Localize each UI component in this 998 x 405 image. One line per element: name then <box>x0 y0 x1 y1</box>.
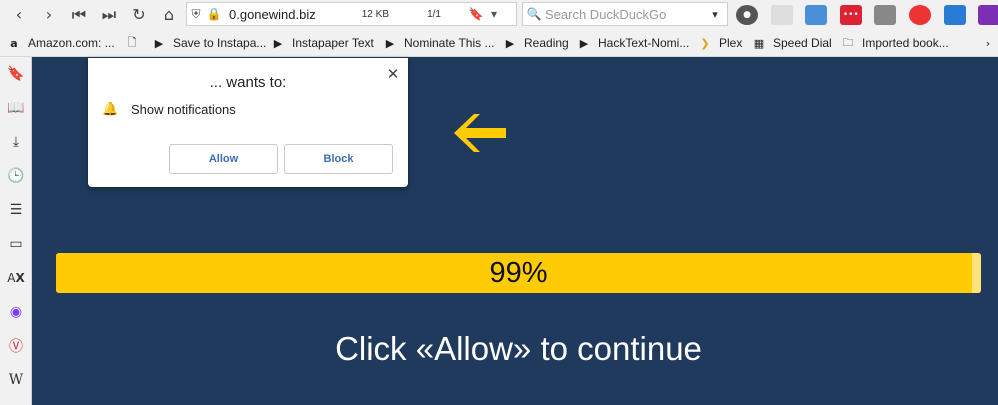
extension-icons: ● ••• <box>736 0 998 29</box>
reload-icon[interactable]: ↻ <box>124 0 154 29</box>
bookmark-imported-folder[interactable]: 🗀 Imported book... <box>840 29 949 57</box>
popup-title: ... wants to: <box>209 74 287 91</box>
bookmark-amazon[interactable]: a Amazon.com: ... <box>6 29 114 57</box>
allow-button[interactable]: Allow <box>169 144 278 174</box>
rewind-icon[interactable]: ⏮ <box>64 0 94 29</box>
notification-permission-popup: ... wants to: ✕ 🔔 Show notifications All… <box>88 58 408 187</box>
permission-row: 🔔 Show notifications <box>102 102 236 117</box>
bell-icon: 🔔 <box>102 102 119 117</box>
browser-toolbar: ‹ › ⏮ ⏭ ↻ ⌂ ⛨ 🔒 0.gonewind.biz 12 KB 1/1… <box>0 0 998 29</box>
extension-v-icon[interactable] <box>943 4 966 25</box>
profile-icon[interactable]: ● <box>736 4 758 25</box>
bookmark-hacktext[interactable]: ▶ HackText-Nomi... <box>576 29 690 57</box>
call-to-action: Click «Allow» to continue <box>335 330 702 367</box>
amazon-icon: a <box>10 36 18 50</box>
fast-forward-icon[interactable]: ⏭ <box>94 0 124 29</box>
bookmark-page[interactable]: 🗋 <box>124 29 146 57</box>
bookmark-icon[interactable]: 🔖 <box>467 7 485 21</box>
wikipedia-icon[interactable]: W <box>0 363 32 397</box>
bookmark-reading[interactable]: ▶ Reading <box>502 29 569 57</box>
back-icon[interactable]: ‹ <box>4 0 34 29</box>
bookmark-instapaper-text[interactable]: ▶ Instapaper Text <box>270 29 374 57</box>
extension-grid-icon[interactable] <box>770 4 793 25</box>
downloads-icon[interactable]: ⤓ <box>0 125 32 159</box>
bookmarks-overflow[interactable]: › <box>980 29 998 57</box>
progress-label: 99% <box>489 256 548 289</box>
page-count: 1/1 <box>427 8 441 20</box>
window-icon[interactable]: ▭ <box>0 227 32 261</box>
close-icon[interactable]: ✕ <box>383 64 403 84</box>
bookmark-plex[interactable]: ❯ Plex <box>697 29 742 57</box>
folder-icon: 🗀 <box>842 35 854 49</box>
search-icon: 🔍 <box>526 7 542 21</box>
speed-dial-icon: ▦ <box>753 36 765 50</box>
side-panel: 🔖 📖 ⤓ 🕒 ☰ ▭ A𝗫 ◉ Ⓥ W <box>0 57 32 405</box>
extension-cs-icon[interactable] <box>874 4 897 25</box>
bookmarklet-icon: ▶ <box>154 36 164 50</box>
progress-bar: 99% <box>56 253 981 293</box>
search-input[interactable] <box>545 6 705 22</box>
messenger-icon[interactable]: ◉ <box>0 295 32 329</box>
translate-icon[interactable]: A𝗫 <box>0 261 32 295</box>
home-icon[interactable]: ⌂ <box>154 0 184 29</box>
lock-icon[interactable]: 🔒 <box>205 7 223 21</box>
forward-icon[interactable]: › <box>34 0 64 29</box>
url-text[interactable]: 0.gonewind.biz <box>229 7 339 22</box>
bookmarklet-icon: ▶ <box>579 36 589 50</box>
page-icon: 🗋 <box>127 35 137 49</box>
page-size: 12 KB <box>361 8 389 20</box>
nav-buttons: ‹ › ⏮ ⏭ ↻ ⌂ <box>0 0 184 29</box>
permission-text: Show notifications <box>131 102 236 117</box>
dropdown-icon[interactable]: ▾ <box>485 7 503 21</box>
bookmarklet-icon: ▶ <box>273 36 283 50</box>
vivaldi-icon[interactable]: Ⓥ <box>0 329 32 363</box>
plex-icon: ❯ <box>700 36 710 50</box>
chevron-right-icon: › <box>985 36 991 50</box>
arrow-left-icon <box>454 114 506 152</box>
extension-shield-icon[interactable] <box>978 4 998 25</box>
bookmark-speed-dial[interactable]: ▦ Speed Dial <box>751 29 832 57</box>
bookmark-nominate[interactable]: ▶ Nominate This ... <box>382 29 495 57</box>
bookmarklet-icon: ▶ <box>385 36 395 50</box>
bookmarklet-icon: ▶ <box>505 36 515 50</box>
search-engine-dropdown-icon[interactable]: ▾ <box>705 8 725 21</box>
extension-cards-icon[interactable] <box>805 4 828 25</box>
bookmark-save-instapaper[interactable]: ▶ Save to Instapa... <box>151 29 267 57</box>
bookmarks-panel-icon[interactable]: 🔖 <box>0 57 32 91</box>
notes-icon[interactable]: ☰ <box>0 193 32 227</box>
history-icon[interactable]: 🕒 <box>0 159 32 193</box>
address-bar[interactable]: ⛨ 🔒 0.gonewind.biz 12 KB 1/1 🔖 ▾ <box>186 2 517 26</box>
reading-list-icon[interactable]: 📖 <box>0 91 32 125</box>
bookmarks-bar: a Amazon.com: ... 🗋 ▶ Save to Instapa... ▶… <box>0 29 998 57</box>
extension-color-icon[interactable] <box>908 4 931 25</box>
search-bar[interactable]: 🔍 ▾ <box>522 2 728 26</box>
shield-icon[interactable]: ⛨ <box>187 7 205 22</box>
block-button[interactable]: Block <box>284 144 393 174</box>
extension-lastpass-icon[interactable]: ••• <box>839 4 862 25</box>
